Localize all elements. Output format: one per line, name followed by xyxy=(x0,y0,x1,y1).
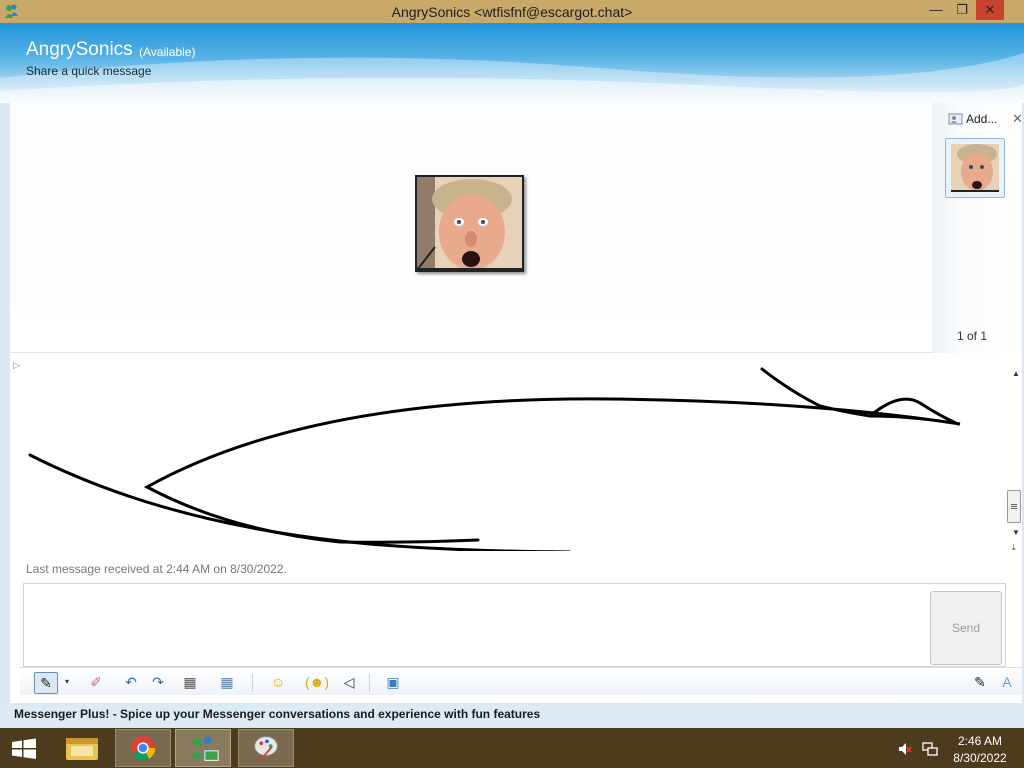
redo-icon[interactable]: ↷ xyxy=(147,672,169,694)
add-contact-icon xyxy=(948,113,963,125)
background-icon[interactable]: ▣ xyxy=(377,672,409,694)
add-contact-button[interactable]: Add... xyxy=(948,112,997,126)
close-pane-icon[interactable]: ✕ xyxy=(1012,111,1023,127)
last-message-status: Last message received at 2:44 AM on 8/30… xyxy=(26,562,287,576)
messenger-plus-text[interactable]: Messenger Plus! - Spice up your Messenge… xyxy=(14,707,540,721)
page-count: 1 of 1 xyxy=(957,329,988,343)
add-contact-label: Add... xyxy=(966,112,998,126)
toolbar-divider xyxy=(369,674,370,692)
window-title: AngrySonics <wtfisfnf@escargot.chat> xyxy=(391,4,633,20)
font-icon[interactable]: A xyxy=(996,672,1018,694)
messenger-taskbar-icon[interactable] xyxy=(175,729,231,767)
pen-size-grid-icon[interactable]: ▦ xyxy=(212,672,242,694)
contact-name[interactable]: AngrySonics xyxy=(26,39,133,61)
nudge-icon[interactable]: ◁ xyxy=(338,672,360,694)
minimize-button[interactable]: — xyxy=(922,0,950,20)
windows-start-icon[interactable] xyxy=(6,734,42,764)
scroll-to-end-icon[interactable]: ⤓ xyxy=(1012,543,1016,553)
wink-icon[interactable]: (☻) xyxy=(302,672,332,694)
scrollbar-thumb[interactable] xyxy=(1007,490,1021,523)
participant-avatar xyxy=(951,144,999,192)
title-bar: AngrySonics <wtfisfnf@escargot.chat> — ❐… xyxy=(0,0,1024,23)
color-grid-icon[interactable]: ▦ xyxy=(175,672,205,694)
maximize-button[interactable]: ❐ xyxy=(948,0,976,20)
ink-stroke xyxy=(143,367,961,544)
quick-message-field[interactable]: Share a quick message xyxy=(26,64,151,78)
ink-message-drawing xyxy=(28,367,961,551)
contact-display-picture[interactable] xyxy=(415,175,524,272)
header-wave-decoration xyxy=(0,53,1024,103)
paint-icon[interactable] xyxy=(238,729,294,767)
handwrite-mode-icon[interactable]: ✎ xyxy=(968,672,992,694)
undo-icon[interactable]: ↶ xyxy=(120,672,142,694)
participant-thumbnail[interactable] xyxy=(945,138,1005,198)
network-icon[interactable] xyxy=(922,742,938,756)
sharing-pane xyxy=(10,103,932,353)
message-input[interactable] xyxy=(23,583,1006,667)
conversation-header: AngrySonics (Available) Share a quick me… xyxy=(0,23,1024,103)
taskbar: 2:46 AM 8/30/2022 xyxy=(0,728,1024,768)
close-button[interactable]: ✕ xyxy=(976,0,1004,20)
emoticon-icon[interactable]: ☺ xyxy=(263,672,293,694)
messenger-plus-banner[interactable]: Messenger Plus! - Spice up your Messenge… xyxy=(0,703,1024,727)
send-button[interactable]: Send xyxy=(930,591,1002,665)
participants-pane: Add... ✕ xyxy=(932,103,1023,353)
clock-time[interactable]: 2:46 AM xyxy=(948,734,1012,748)
scroll-up-arrow[interactable]: ▲ xyxy=(1012,369,1020,378)
compose-toolbar: ✎ ▾ ✐ ↶ ↷ ▦ ▦ ☺ (☻) ◁ ▣ ✎ A xyxy=(20,667,1022,695)
contact-status: (Available) xyxy=(139,45,196,59)
volume-muted-icon[interactable] xyxy=(898,742,912,756)
file-explorer-icon[interactable] xyxy=(54,729,110,767)
clock-date[interactable]: 8/30/2022 xyxy=(948,751,1012,765)
ink-pen-icon[interactable]: ✎ xyxy=(34,672,58,694)
eraser-icon[interactable]: ✐ xyxy=(80,672,112,694)
toolbar-divider xyxy=(252,674,253,692)
scroll-down-arrow[interactable]: ▼ xyxy=(1012,528,1020,537)
chrome-icon[interactable] xyxy=(115,729,171,767)
conversation-main: Add... ✕ 1 of 1 ▷ ▲ ▼ ⤓ Last message rec… xyxy=(10,103,1023,723)
ink-dropdown-icon[interactable]: ▾ xyxy=(62,672,72,694)
